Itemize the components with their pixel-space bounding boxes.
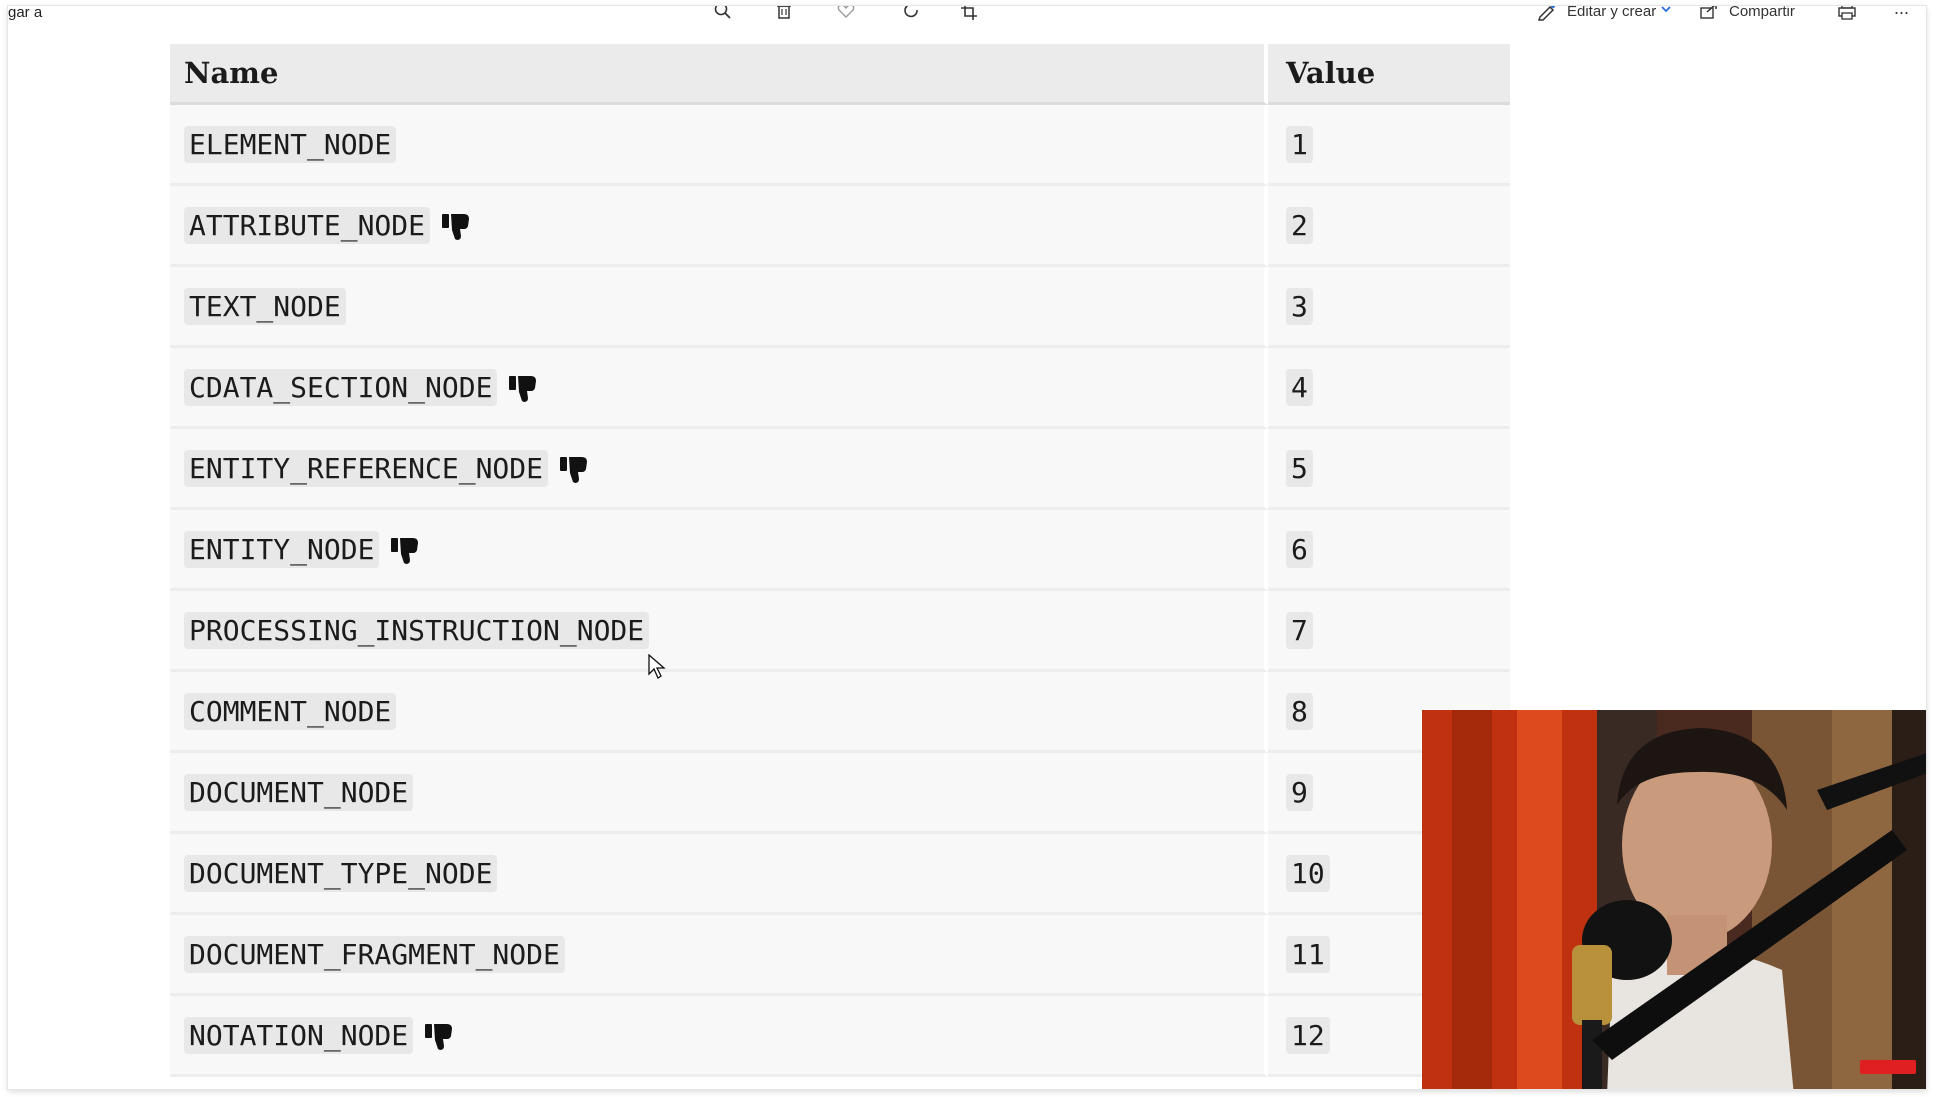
table-row: ATTRIBUTE_NODE 2 <box>170 186 1510 267</box>
node-type-value: 2 <box>1286 206 1313 244</box>
node-type-value: 11 <box>1286 935 1330 973</box>
name-cell: NOTATION_NODE <box>170 996 1268 1077</box>
edit-create-icon[interactable] <box>1536 6 1558 22</box>
name-cell: PROCESSING_INSTRUCTION_NODE <box>170 591 1268 672</box>
webcam-overlay <box>1422 710 1926 1089</box>
table-row: NOTATION_NODE 12 <box>170 996 1510 1077</box>
share-icon[interactable] <box>1698 6 1720 22</box>
node-type-name: ENTITY_REFERENCE_NODE <box>184 449 549 487</box>
node-type-value: 9 <box>1286 773 1313 811</box>
name-cell: ELEMENT_NODE <box>170 105 1268 186</box>
name-cell: DOCUMENT_FRAGMENT_NODE <box>170 915 1268 996</box>
thumbs-down-icon <box>558 451 592 485</box>
header-name: Name <box>170 44 1268 105</box>
table-row: ENTITY_REFERENCE_NODE 5 <box>170 429 1510 510</box>
heart-icon[interactable] <box>835 6 857 22</box>
node-types-table: Name Value ELEMENT_NODE 1 ATTRIBUTE_NODE 2 T… <box>170 44 1510 1077</box>
node-type-name: DOCUMENT_TYPE_NODE <box>184 854 498 892</box>
node-type-value: 12 <box>1286 1016 1330 1054</box>
value-cell: 1 <box>1268 105 1510 186</box>
node-type-name: TEXT_NODE <box>184 287 346 325</box>
print-icon[interactable] <box>1836 6 1858 22</box>
node-type-name: ELEMENT_NODE <box>184 125 397 163</box>
table-row: TEXT_NODE 3 <box>170 267 1510 348</box>
node-type-value: 3 <box>1286 287 1313 325</box>
value-cell: 7 <box>1268 591 1510 672</box>
thumbs-down-icon <box>440 208 474 242</box>
node-type-value: 7 <box>1286 611 1313 649</box>
table-header-row: Name Value <box>170 44 1510 105</box>
node-type-value: 10 <box>1286 854 1330 892</box>
rotate-icon[interactable] <box>901 6 923 22</box>
chevron-down-icon[interactable] <box>1660 6 1672 22</box>
edit-create-button[interactable]: Editar y crear <box>1567 6 1656 20</box>
name-cell: ATTRIBUTE_NODE <box>170 186 1268 267</box>
value-cell: 4 <box>1268 348 1510 429</box>
table-row: COMMENT_NODE 8 <box>170 672 1510 753</box>
photo-viewer-window: gar a Editar y crear Compartir ... Name … <box>8 6 1926 1089</box>
node-type-name: DOCUMENT_FRAGMENT_NODE <box>184 935 565 973</box>
name-cell: DOCUMENT_TYPE_NODE <box>170 834 1268 915</box>
node-type-value: 8 <box>1286 692 1313 730</box>
thumbs-down-icon <box>507 370 541 404</box>
node-type-value: 1 <box>1286 125 1313 163</box>
presenter-webcam-image <box>1422 710 1926 1089</box>
thumbs-down-icon <box>389 532 423 566</box>
table-row: ENTITY_NODE 6 <box>170 510 1510 591</box>
more-button[interactable]: ... <box>1894 6 1909 19</box>
crop-icon[interactable] <box>959 6 981 22</box>
header-value: Value <box>1268 44 1510 105</box>
thumbs-down-icon <box>423 1018 457 1052</box>
share-button[interactable]: Compartir <box>1729 6 1795 20</box>
search-icon[interactable] <box>712 6 734 22</box>
node-type-name: COMMENT_NODE <box>184 692 397 730</box>
table-row: PROCESSING_INSTRUCTION_NODE 7 <box>170 591 1510 672</box>
name-cell: ENTITY_REFERENCE_NODE <box>170 429 1268 510</box>
toolbar-left-label[interactable]: gar a <box>8 6 42 21</box>
table-row: DOCUMENT_NODE 9 <box>170 753 1510 834</box>
table-body: ELEMENT_NODE 1 ATTRIBUTE_NODE 2 TEXT_NODE 3 CD… <box>170 105 1510 1077</box>
name-cell: ENTITY_NODE <box>170 510 1268 591</box>
mouse-cursor-icon <box>648 654 666 679</box>
table-row: CDATA_SECTION_NODE 4 <box>170 348 1510 429</box>
table-row: ELEMENT_NODE 1 <box>170 105 1510 186</box>
value-cell: 5 <box>1268 429 1510 510</box>
name-cell: COMMENT_NODE <box>170 672 1268 753</box>
node-type-name: NOTATION_NODE <box>184 1016 414 1054</box>
value-cell: 6 <box>1268 510 1510 591</box>
node-type-value: 5 <box>1286 449 1313 487</box>
table-row: DOCUMENT_FRAGMENT_NODE 11 <box>170 915 1510 996</box>
value-cell: 3 <box>1268 267 1510 348</box>
name-cell: DOCUMENT_NODE <box>170 753 1268 834</box>
node-type-name: PROCESSING_INSTRUCTION_NODE <box>184 611 650 649</box>
node-type-name: CDATA_SECTION_NODE <box>184 368 498 406</box>
table-row: DOCUMENT_TYPE_NODE 10 <box>170 834 1510 915</box>
trash-icon[interactable] <box>773 6 795 22</box>
name-cell: CDATA_SECTION_NODE <box>170 348 1268 429</box>
node-type-name: ATTRIBUTE_NODE <box>184 206 431 244</box>
name-cell: TEXT_NODE <box>170 267 1268 348</box>
node-type-value: 6 <box>1286 530 1313 568</box>
node-type-name: DOCUMENT_NODE <box>184 773 414 811</box>
node-type-value: 4 <box>1286 368 1313 406</box>
node-type-name: ENTITY_NODE <box>184 530 380 568</box>
value-cell: 2 <box>1268 186 1510 267</box>
top-toolbar: gar a Editar y crear Compartir ... <box>8 6 1926 24</box>
